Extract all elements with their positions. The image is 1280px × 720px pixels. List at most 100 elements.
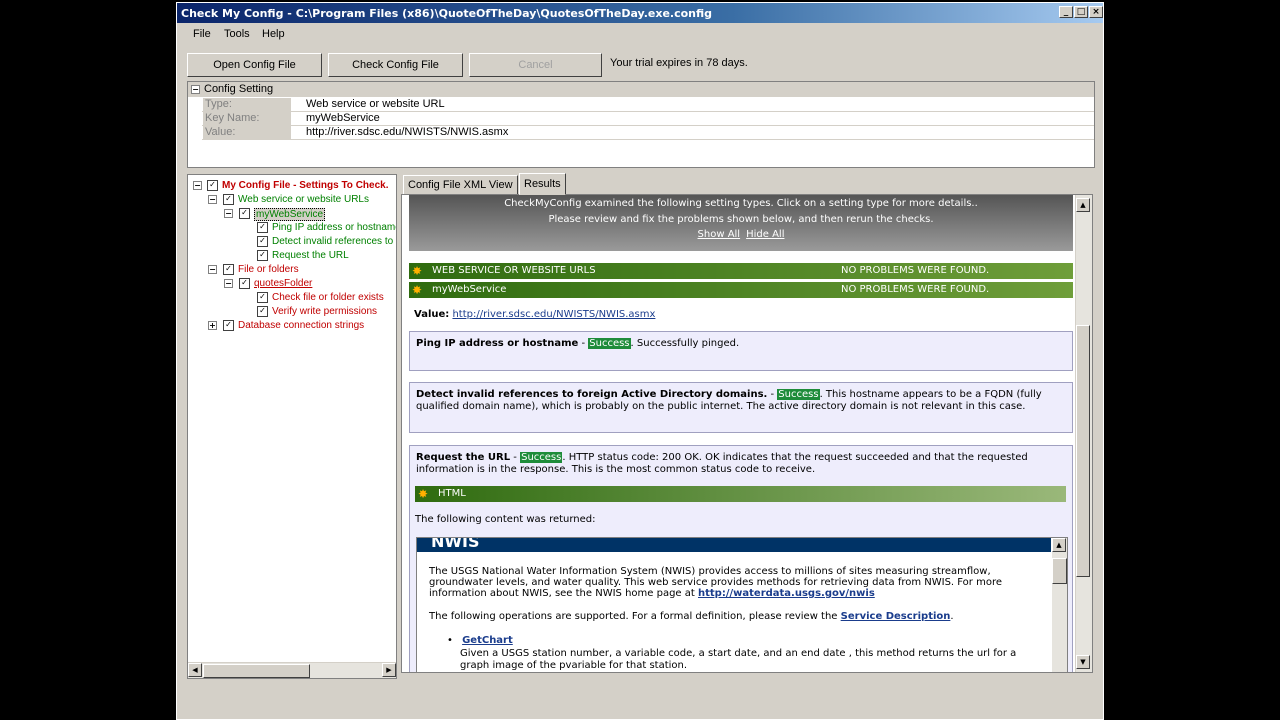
operations-text: The following operations are supported. … [429, 611, 838, 622]
horizontal-scrollbar[interactable]: ◀ ▶ [188, 662, 396, 678]
settings-tree: − ✓ My Config File - Settings To Check. … [187, 174, 397, 679]
scroll-down-icon[interactable]: ▼ [1076, 655, 1090, 669]
request-title: Request the URL [416, 452, 511, 463]
trial-notice: Your trial expires in 78 days. [610, 57, 748, 69]
nwis-home-link[interactable]: http://waterdata.usgs.gov/nwis [698, 588, 875, 599]
sun-icon: ✸ [412, 283, 423, 297]
tree-item-exists[interactable]: Check file or folder exists [272, 292, 384, 303]
request-text-2: information is in the response. This is … [416, 464, 816, 475]
checkbox-files[interactable]: ✓ [223, 264, 234, 275]
checkbox-ping[interactable]: ✓ [257, 222, 268, 233]
detect-title: Detect invalid references to foreign Act… [416, 389, 768, 400]
service-description-link[interactable]: Service Description [841, 611, 951, 622]
config-header: − Config Setting [188, 82, 1094, 97]
results-banner: CheckMyConfig examined the following set… [409, 195, 1073, 251]
nwis-header: NWIS [417, 538, 1051, 552]
value-url-link[interactable]: http://river.sdsc.edu/NWISTS/NWIS.asmx [452, 309, 655, 320]
getchart-text: graph image of the pvariable for that st… [460, 660, 688, 671]
scroll-thumb[interactable] [1052, 558, 1067, 584]
checkbox-folder[interactable]: ✓ [239, 278, 250, 289]
nwis-text: The USGS National Water Information Syst… [429, 566, 991, 577]
detect-text-2: qualified domain name), which is probabl… [416, 401, 1026, 412]
tree-item-files[interactable]: File or folders [238, 264, 299, 275]
getchart-link[interactable]: GetChart [462, 635, 513, 646]
sun-icon: ✸ [412, 264, 423, 278]
checkbox-request[interactable]: ✓ [257, 250, 268, 261]
tree-item-verify[interactable]: Verify write permissions [272, 306, 377, 317]
checkbox-root[interactable]: ✓ [207, 180, 218, 191]
minimize-button[interactable]: _ [1059, 6, 1073, 18]
config-header-label: Config Setting [204, 83, 274, 95]
ping-panel: Ping IP address or hostname - Success. S… [409, 331, 1073, 371]
results-scrollbar[interactable]: ▲ ▼ [1075, 195, 1092, 672]
menu-file[interactable]: File [193, 28, 211, 40]
request-text: . HTTP status code: 200 OK. OK indicates… [562, 452, 1028, 463]
tab-results[interactable]: Results [519, 173, 566, 195]
collapse-icon[interactable]: − [224, 209, 233, 218]
sun-icon: ✸ [418, 487, 429, 501]
app-window: Check My Config - C:\Program Files (x86)… [176, 2, 1104, 720]
section-name: WEB SERVICE OR WEBSITE URLS [432, 265, 596, 276]
collapse-icon[interactable]: − [191, 85, 200, 94]
section-bar-mywebservice[interactable]: ✸ myWebService NO PROBLEMS WERE FOUND. [409, 282, 1073, 298]
close-button[interactable]: × [1089, 6, 1103, 18]
checkbox-detect[interactable]: ✓ [257, 236, 268, 247]
menu-help[interactable]: Help [262, 28, 285, 40]
returned-content: NWIS The USGS National Water Information… [416, 537, 1068, 672]
tree-item-quotes-folder[interactable]: quotesFolder [254, 278, 312, 289]
config-key: Value: [203, 126, 291, 139]
tree-item-detect[interactable]: Detect invalid references to f [272, 236, 396, 247]
html-section-bar[interactable]: ✸ HTML [415, 486, 1066, 502]
section-status: NO PROBLEMS WERE FOUND. [841, 265, 990, 276]
html-label: HTML [438, 488, 466, 499]
checkbox-service[interactable]: ✓ [239, 208, 250, 219]
detect-panel: Detect invalid references to foreign Act… [409, 382, 1073, 433]
section-bar-web-urls[interactable]: ✸ WEB SERVICE OR WEBSITE URLS NO PROBLEM… [409, 263, 1073, 279]
tree-item-request[interactable]: Request the URL [272, 250, 349, 261]
config-row[interactable]: Value: http://river.sdsc.edu/NWISTS/NWIS… [202, 125, 1094, 140]
tree-item-root[interactable]: My Config File - Settings To Check. [222, 180, 389, 191]
tree-item-web-urls[interactable]: Web service or website URLs [238, 194, 369, 205]
hide-all-link[interactable]: Hide All [746, 229, 784, 240]
maximize-button[interactable]: □ [1074, 6, 1088, 18]
check-config-button[interactable]: Check Config File [328, 53, 463, 77]
config-key: Type: [203, 98, 291, 111]
collapse-icon[interactable]: − [208, 195, 217, 204]
config-row[interactable]: Key Name: myWebService [202, 111, 1094, 126]
tab-xml-view[interactable]: Config File XML View [403, 175, 518, 195]
scroll-thumb[interactable] [203, 664, 310, 678]
success-badge: Success [520, 452, 563, 463]
results-panel: CheckMyConfig examined the following set… [401, 194, 1093, 673]
title-bar[interactable]: Check My Config - C:\Program Files (x86)… [177, 3, 1103, 23]
returned-label: The following content was returned: [415, 514, 596, 525]
ping-text: . Successfully pinged. [630, 338, 740, 349]
scroll-left-icon[interactable]: ◀ [188, 663, 202, 677]
checkbox-web[interactable]: ✓ [223, 194, 234, 205]
config-row[interactable]: Type: Web service or website URL [202, 97, 1094, 112]
collapse-icon[interactable]: − [208, 265, 217, 274]
scroll-right-icon[interactable]: ▶ [382, 663, 396, 677]
collapse-icon[interactable]: − [224, 279, 233, 288]
scroll-up-icon[interactable]: ▲ [1076, 198, 1090, 212]
inner-scrollbar[interactable]: ▲ [1052, 538, 1067, 672]
scroll-thumb[interactable] [1076, 325, 1090, 577]
checkbox-db[interactable]: ✓ [223, 320, 234, 331]
expand-icon[interactable]: + [208, 321, 217, 330]
show-all-link[interactable]: Show All [698, 229, 741, 240]
success-badge: Success [777, 389, 820, 400]
config-setting-grid: − Config Setting Type: Web service or we… [187, 81, 1095, 168]
cancel-button[interactable]: Cancel [469, 53, 602, 77]
section-name: myWebService [432, 284, 507, 295]
getchart-desc: Given a USGS station number, a variable … [460, 648, 1016, 672]
value-label: Value: [414, 309, 450, 320]
checkbox-verify[interactable]: ✓ [257, 306, 268, 317]
tree-item-mywebservice[interactable]: myWebService [254, 208, 326, 221]
tree-item-ping[interactable]: Ping IP address or hostname [272, 222, 396, 233]
scroll-up-icon[interactable]: ▲ [1052, 538, 1066, 552]
collapse-icon[interactable]: − [193, 181, 202, 190]
menu-tools[interactable]: Tools [224, 28, 250, 40]
open-config-button[interactable]: Open Config File [187, 53, 322, 77]
checkbox-exists[interactable]: ✓ [257, 292, 268, 303]
value-line: Value: http://river.sdsc.edu/NWISTS/NWIS… [414, 309, 655, 320]
tree-item-db[interactable]: Database connection strings [238, 320, 364, 331]
